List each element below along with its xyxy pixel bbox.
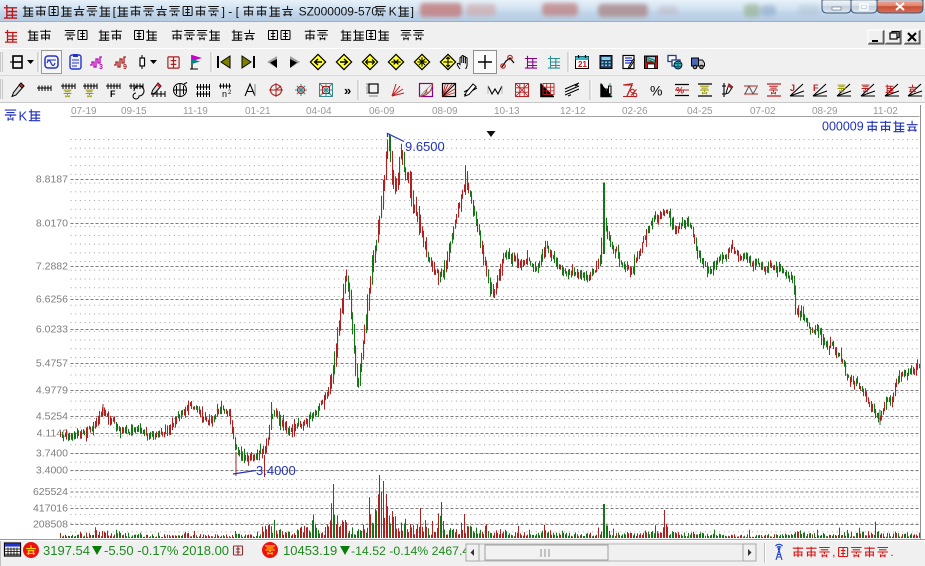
svg-text:3197.54: 3197.54 (43, 543, 90, 558)
svg-text:]: ] (411, 5, 414, 19)
svg-text:208508: 208508 (33, 519, 68, 531)
svg-text:11-02: 11-02 (873, 106, 898, 117)
svg-text:01-21: 01-21 (245, 106, 271, 117)
svg-text:04-25: 04-25 (687, 106, 713, 117)
svg-text:] - [: ] - [ (222, 5, 240, 19)
svg-text:8.8187: 8.8187 (36, 174, 68, 186)
svg-text:.: . (890, 545, 893, 559)
svg-text:7.2882: 7.2882 (36, 261, 68, 273)
svg-text:07-02: 07-02 (750, 106, 776, 117)
svg-text:%: % (650, 83, 662, 99)
svg-text:12-12: 12-12 (560, 106, 586, 117)
svg-text:K: K (389, 5, 397, 19)
svg-text:-14.52 -0.14% 2467.4: -14.52 -0.14% 2467.4 (351, 544, 469, 558)
svg-text:-5.50 -0.17% 2018.00: -5.50 -0.17% 2018.00 (104, 543, 229, 558)
svg-text:000009: 000009 (822, 120, 864, 134)
svg-text:3.4000: 3.4000 (36, 465, 68, 477)
svg-text:SZ000009-570: SZ000009-570 (299, 5, 379, 19)
svg-text:04-04: 04-04 (306, 106, 332, 117)
svg-text:02-26: 02-26 (622, 106, 648, 117)
svg-text:4.5254: 4.5254 (36, 411, 68, 423)
svg-text:%: % (676, 86, 684, 96)
svg-text:3.4000: 3.4000 (256, 463, 296, 478)
svg-text:J: J (790, 83, 795, 93)
svg-text:10453.19: 10453.19 (283, 543, 337, 558)
svg-text:21: 21 (578, 60, 587, 69)
svg-text:11-19: 11-19 (183, 106, 208, 117)
svg-text:3.7400: 3.7400 (36, 448, 68, 460)
svg-text:06-09: 06-09 (369, 106, 395, 117)
svg-text:4.9779: 4.9779 (36, 385, 68, 397)
svg-text:8.0170: 8.0170 (36, 218, 68, 230)
svg-text:9.6500: 9.6500 (405, 139, 445, 154)
svg-text:F: F (813, 83, 819, 93)
svg-text:n: n (222, 89, 227, 99)
svg-text:9: 9 (123, 64, 127, 71)
svg-text:08-29: 08-29 (812, 106, 838, 117)
svg-text:6.6256: 6.6256 (36, 294, 68, 306)
svg-text:F: F (110, 89, 116, 99)
svg-text:09-15: 09-15 (121, 106, 147, 117)
svg-text:07-19: 07-19 (71, 106, 97, 117)
svg-text:5.4757: 5.4757 (36, 358, 68, 370)
svg-text:08-09: 08-09 (432, 106, 458, 117)
svg-text:6.0233: 6.0233 (36, 324, 68, 336)
svg-text:»: » (344, 83, 351, 98)
svg-text:417016: 417016 (33, 503, 68, 515)
svg-text:,: , (832, 545, 835, 559)
svg-text:625524: 625524 (33, 486, 68, 498)
svg-text:10-13: 10-13 (494, 106, 520, 117)
svg-text:3: 3 (99, 64, 103, 71)
svg-text:K: K (19, 109, 28, 124)
